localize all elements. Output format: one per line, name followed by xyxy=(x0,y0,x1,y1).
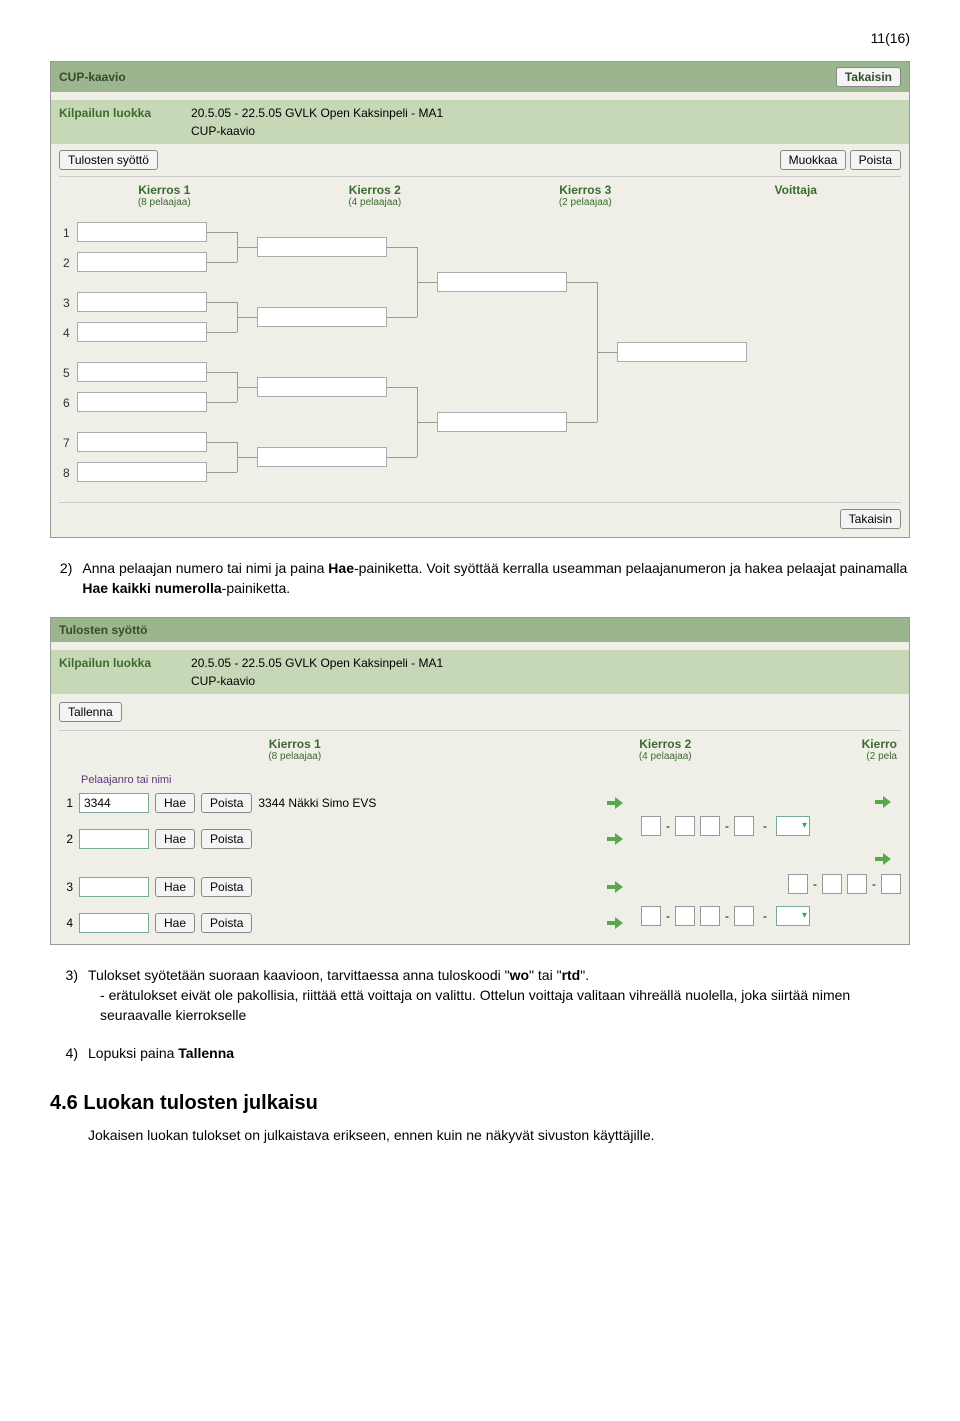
instruction-bullet: erätulokset eivät ole pakollisia, riittä… xyxy=(100,985,910,1026)
bracket-slot[interactable] xyxy=(257,307,387,327)
row-num: 2 xyxy=(59,832,73,846)
bracket-num: 2 xyxy=(63,256,70,270)
score-input-group: - - - ▾ xyxy=(641,906,901,926)
edit-button[interactable]: Muokkaa xyxy=(780,150,847,170)
bracket-num: 8 xyxy=(63,466,70,480)
search-button[interactable]: Hae xyxy=(155,793,195,813)
bracket-slot[interactable] xyxy=(77,222,207,242)
class-value: 20.5.05 - 22.5.05 GVLK Open Kaksinpeli -… xyxy=(191,656,443,670)
bracket-slot[interactable] xyxy=(77,432,207,452)
result-select[interactable]: ▾ xyxy=(776,906,810,926)
arrow-right-icon[interactable] xyxy=(875,795,891,809)
round-header-2: Kierros 2 (4 pelaajaa) xyxy=(531,731,800,768)
bracket-slot[interactable] xyxy=(257,377,387,397)
search-button[interactable]: Hae xyxy=(155,877,195,897)
remove-button[interactable]: Poista xyxy=(201,913,252,933)
round-header-3: Kierros 3 (2 pelaajaa) xyxy=(480,177,691,214)
class-label: Kilpailun luokka xyxy=(59,106,151,120)
bracket-num: 4 xyxy=(63,326,70,340)
section-heading: 4.6 Luokan tulosten julkaisu xyxy=(50,1092,910,1115)
entry-row: 3 Hae Poista xyxy=(59,874,641,900)
bracket-slot[interactable] xyxy=(77,392,207,412)
score-box[interactable] xyxy=(822,874,842,894)
bracket-slot[interactable] xyxy=(257,237,387,257)
page-number: 11(16) xyxy=(50,30,910,46)
round-header-1: Kierros 1 (8 pelaajaa) xyxy=(59,177,270,214)
arrow-right-icon[interactable] xyxy=(607,832,623,846)
remove-button[interactable]: Poista xyxy=(201,793,252,813)
results-entry-button[interactable]: Tulosten syöttö xyxy=(59,150,158,170)
delete-button[interactable]: Poista xyxy=(850,150,901,170)
bracket-slot[interactable] xyxy=(437,412,567,432)
result-select[interactable]: ▾ xyxy=(776,816,810,836)
class-value: 20.5.05 - 22.5.05 GVLK Open Kaksinpeli -… xyxy=(191,106,443,120)
score-box[interactable] xyxy=(641,906,661,926)
back-button[interactable]: Takaisin xyxy=(836,67,901,87)
score-box[interactable] xyxy=(641,816,661,836)
arrow-right-icon[interactable] xyxy=(607,796,623,810)
row-num: 4 xyxy=(59,916,73,930)
bracket-slot[interactable] xyxy=(77,462,207,482)
arrow-right-icon[interactable] xyxy=(607,916,623,930)
instruction-3: 3) Tulokset syötetään suoraan kaavioon, … xyxy=(50,965,910,1026)
entry-row: 4 Hae Poista xyxy=(59,910,641,936)
score-box[interactable] xyxy=(881,874,901,894)
section-body: Jokaisen luokan tulokset on julkaistava … xyxy=(88,1127,910,1143)
score-box[interactable] xyxy=(788,874,808,894)
player-input[interactable] xyxy=(79,877,149,897)
score-box[interactable] xyxy=(734,816,754,836)
bracket-num: 5 xyxy=(63,366,70,380)
bracket-num: 1 xyxy=(63,226,70,240)
player-input[interactable] xyxy=(79,913,149,933)
bracket-slot[interactable] xyxy=(257,447,387,467)
player-field-label: Pelaajanro tai nimi xyxy=(59,768,641,786)
bracket-slot[interactable] xyxy=(437,272,567,292)
player-result: 3344 Näkki Simo EVS xyxy=(258,796,376,810)
score-box[interactable] xyxy=(734,906,754,926)
round-header-winner: Voittaja xyxy=(691,177,902,214)
bracket-slot[interactable] xyxy=(77,322,207,342)
remove-button[interactable]: Poista xyxy=(201,829,252,849)
player-input[interactable] xyxy=(79,829,149,849)
search-button[interactable]: Hae xyxy=(155,913,195,933)
class-sub: CUP-kaavio xyxy=(191,124,443,138)
search-button[interactable]: Hae xyxy=(155,829,195,849)
score-box[interactable] xyxy=(675,906,695,926)
class-label: Kilpailun luokka xyxy=(59,656,151,670)
instruction-4: 4) Lopuksi paina Tallenna xyxy=(50,1043,910,1063)
bracket-slot[interactable] xyxy=(77,362,207,382)
bracket-slot[interactable] xyxy=(77,292,207,312)
row-num: 3 xyxy=(59,880,73,894)
score-input-group: - - xyxy=(641,874,901,894)
class-sub: CUP-kaavio xyxy=(191,674,443,688)
bracket-slot[interactable] xyxy=(77,252,207,272)
round-header-3-partial: Kierro (2 pela xyxy=(800,731,901,768)
score-input-group: - - - ▾ xyxy=(641,816,901,836)
cup-title: CUP-kaavio xyxy=(59,70,126,84)
cup-panel: CUP-kaavio Takaisin Kilpailun luokka 20.… xyxy=(50,61,910,538)
round-header-2: Kierros 2 (4 pelaajaa) xyxy=(270,177,481,214)
player-input[interactable] xyxy=(79,793,149,813)
score-box[interactable] xyxy=(675,816,695,836)
score-box[interactable] xyxy=(847,874,867,894)
bracket-num: 6 xyxy=(63,396,70,410)
row-num: 1 xyxy=(59,796,73,810)
score-box[interactable] xyxy=(700,906,720,926)
save-button[interactable]: Tallenna xyxy=(59,702,122,722)
bracket-slot-winner[interactable] xyxy=(617,342,747,362)
arrow-right-icon[interactable] xyxy=(875,852,891,866)
remove-button[interactable]: Poista xyxy=(201,877,252,897)
round-header-1: Kierros 1 (8 pelaajaa) xyxy=(59,731,531,768)
results-panel: Tulosten syöttö Kilpailun luokka 20.5.05… xyxy=(50,617,910,945)
bracket-num: 3 xyxy=(63,296,70,310)
instruction-2: 2) Anna pelaajan numero tai nimi ja pain… xyxy=(50,558,910,599)
entry-row: 1 Hae Poista 3344 Näkki Simo EVS xyxy=(59,790,641,816)
results-title: Tulosten syöttö xyxy=(51,618,909,642)
bracket-area: 1 2 3 4 5 6 7 8 xyxy=(59,214,901,494)
arrow-right-icon[interactable] xyxy=(607,880,623,894)
bracket-num: 7 xyxy=(63,436,70,450)
score-box[interactable] xyxy=(700,816,720,836)
entry-row: 2 Hae Poista xyxy=(59,826,641,852)
back-button-footer[interactable]: Takaisin xyxy=(840,509,901,529)
